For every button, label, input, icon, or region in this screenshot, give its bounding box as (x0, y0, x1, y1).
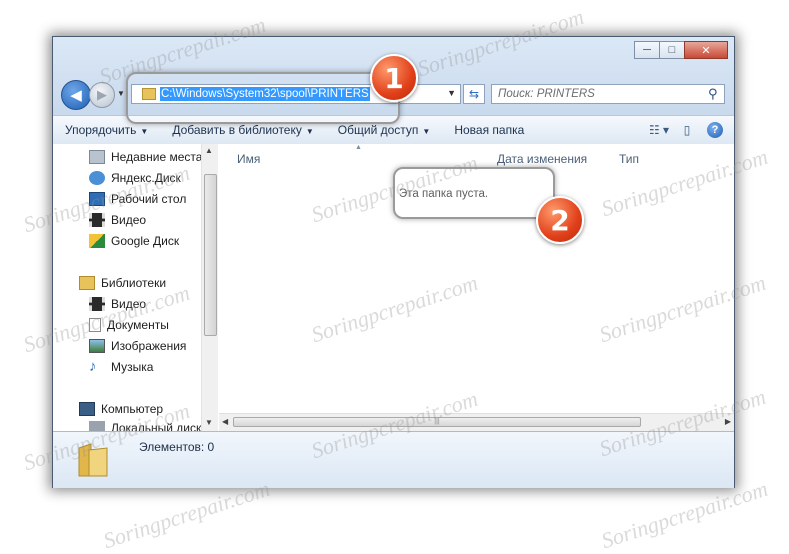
help-button[interactable]: ? (704, 120, 726, 140)
sidebar-item-google-drive[interactable]: Google Диск (89, 234, 179, 248)
share-label: Общий доступ (337, 123, 419, 137)
sidebar-item-music[interactable]: ♪ Музыка (89, 358, 154, 375)
search-icon[interactable]: ⚲ (708, 86, 724, 102)
navigation-scrollbar[interactable]: ▲ ▼ (201, 144, 218, 431)
step-badge-2: 2 (536, 196, 584, 244)
music-icon: ♪ (89, 358, 97, 375)
address-dropdown-icon[interactable]: ▼ (447, 88, 456, 98)
sidebar-item-library-video[interactable]: Видео (89, 297, 146, 311)
refresh-icon: ⇆ (468, 87, 480, 101)
sidebar-item-label: Музыка (111, 360, 154, 374)
images-icon (89, 339, 105, 353)
refresh-button[interactable]: ⇆ (463, 84, 485, 104)
sidebar-item-label: Библиотеки (101, 276, 167, 290)
scroll-up-icon[interactable]: ▲ (205, 146, 213, 155)
sidebar-item-label: Рабочий стол (111, 192, 187, 206)
sidebar-item-label: Яндекс.Диск (111, 171, 181, 185)
video-icon (89, 213, 105, 227)
forward-button[interactable]: ▶ (89, 82, 115, 108)
item-count: Элементов: 0 (139, 440, 215, 454)
column-header-type[interactable]: Тип (619, 152, 639, 166)
sidebar-item-label: Google Диск (111, 234, 180, 248)
maximize-button[interactable]: □ (659, 41, 685, 59)
sidebar-item-desktop[interactable]: Рабочий стол (89, 192, 186, 206)
scroll-right-icon[interactable]: ▶ (725, 417, 731, 426)
sidebar-item-local-disk[interactable]: Локальный диск (89, 421, 201, 431)
recent-pages-dropdown[interactable]: ▼ (117, 89, 125, 98)
search-box[interactable]: Поиск: PRINTERS ⚲ (491, 84, 725, 104)
sidebar-item-label: Компьютер (101, 402, 164, 416)
navigation-pane: Недавние места Яндекс.Диск Рабочий стол … (53, 144, 218, 431)
computer-icon (79, 402, 95, 416)
add-to-library-button[interactable]: Добавить в библиотеку ▼ (160, 123, 325, 137)
step-badge-1: 1 (370, 54, 418, 102)
details-pane: Элементов: 0 (53, 431, 734, 488)
recent-places-icon (89, 150, 105, 164)
horizontal-scrollbar[interactable]: ◀ ||| ▶ (219, 413, 734, 431)
preview-pane-icon[interactable]: ▯ (676, 120, 698, 140)
window-controls: ─ □ ✕ (634, 41, 728, 59)
sidebar-item-label: Локальный диск (111, 421, 202, 431)
desktop-icon (89, 192, 105, 206)
search-input[interactable]: Поиск: PRINTERS (492, 88, 708, 100)
yandex-disk-icon (89, 171, 105, 185)
forward-arrow-icon: ▶ (97, 87, 107, 102)
scroll-left-icon[interactable]: ◀ (222, 417, 228, 426)
scrollbar-thumb[interactable] (204, 174, 217, 336)
scrollbar-thumb[interactable]: ||| (233, 417, 641, 427)
column-header-name[interactable]: Имя (237, 152, 260, 166)
address-highlight (126, 72, 400, 124)
organize-button[interactable]: Упорядочить ▼ (53, 123, 160, 137)
sidebar-item-recent-places[interactable]: Недавние места (89, 150, 202, 164)
help-icon: ? (707, 122, 723, 138)
sidebar-item-label: Видео (111, 297, 147, 311)
sidebar-item-documents[interactable]: Документы (89, 318, 169, 332)
new-folder-button[interactable]: Новая папка (442, 123, 536, 137)
add-to-library-label: Добавить в библиотеку (172, 123, 302, 137)
chevron-down-icon: ▼ (422, 127, 431, 136)
sidebar-item-computer[interactable]: Компьютер (79, 402, 163, 416)
organize-label: Упорядочить (65, 123, 137, 137)
local-disk-icon (89, 421, 105, 431)
documents-icon (89, 318, 101, 332)
libraries-icon (79, 276, 95, 290)
view-options-icon[interactable]: ☷ ▾ (648, 120, 670, 140)
sidebar-item-images[interactable]: Изображения (89, 339, 186, 353)
sidebar-item-label: Видео (111, 213, 147, 227)
scroll-down-icon[interactable]: ▼ (205, 418, 213, 427)
view-controls: ☷ ▾ ▯ ? (642, 120, 726, 140)
column-header-date[interactable]: Дата изменения (497, 152, 587, 166)
empty-message-highlight (393, 167, 555, 219)
minimize-button[interactable]: ─ (634, 41, 660, 59)
sort-indicator-icon: ▲ (355, 144, 362, 151)
chevron-down-icon: ▼ (305, 127, 314, 136)
back-arrow-icon: ◀ (70, 87, 82, 104)
sidebar-item-video[interactable]: Видео (89, 213, 146, 227)
close-button[interactable]: ✕ (684, 41, 728, 59)
video-icon (89, 297, 105, 311)
sidebar-item-label: Недавние места (111, 150, 203, 164)
google-drive-icon (89, 234, 105, 248)
back-button[interactable]: ◀ (61, 80, 91, 110)
sidebar-item-label: Документы (107, 318, 169, 332)
sidebar-item-label: Изображения (111, 339, 187, 353)
folder-icon (78, 443, 108, 477)
sidebar-item-yandex-disk[interactable]: Яндекс.Диск (89, 171, 181, 185)
share-button[interactable]: Общий доступ ▼ (326, 123, 443, 137)
chevron-down-icon: ▼ (140, 127, 149, 136)
sidebar-item-libraries[interactable]: Библиотеки (79, 276, 166, 290)
